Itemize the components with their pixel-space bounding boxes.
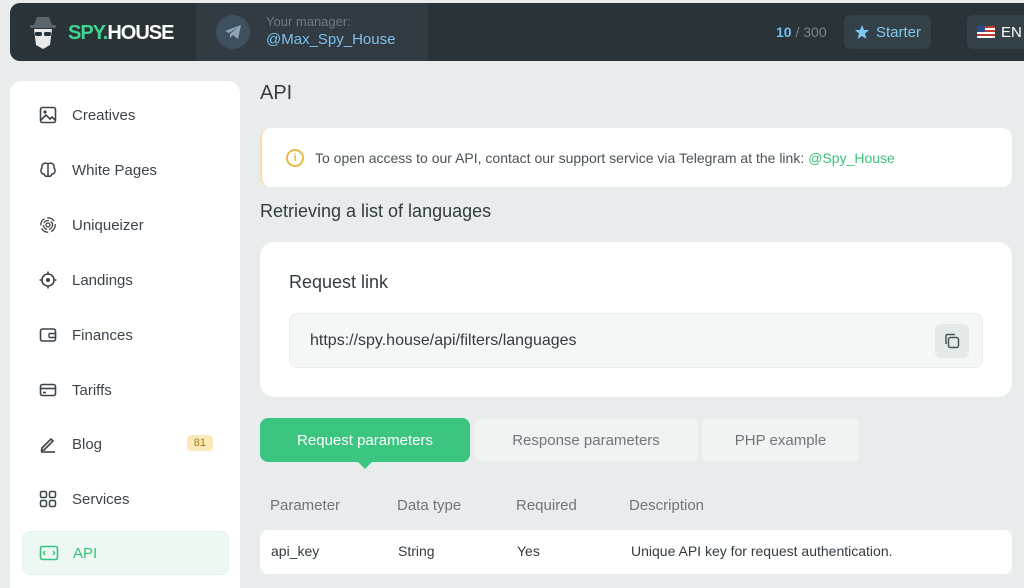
grid-icon [38, 489, 58, 509]
sidebar-item-label: Uniqueizer [72, 216, 144, 234]
column-header-description: Description [629, 497, 705, 514]
wallet-icon [38, 325, 58, 345]
sidebar-item-creatives[interactable]: Creatives [22, 93, 229, 137]
brain-icon [38, 160, 58, 180]
sidebar-item-uniqueizer[interactable]: Uniqueizer [22, 203, 229, 247]
plan-label: Starter [875, 23, 921, 41]
sidebar-item-finances[interactable]: Finances [22, 313, 229, 357]
sidebar-item-api[interactable]: API [22, 531, 229, 575]
copy-button[interactable] [935, 324, 969, 358]
sidebar-item-tariffs[interactable]: Tariffs [22, 368, 229, 412]
spy-logo-icon [28, 15, 58, 51]
cell-required: Yes [517, 543, 540, 559]
manager-name[interactable]: @Max_Spy_House [266, 30, 395, 50]
column-header-required: Required [516, 497, 577, 514]
card-icon [38, 380, 58, 400]
pen-icon [38, 434, 58, 454]
cell-parameter: api_key [271, 543, 320, 559]
info-icon: i [286, 148, 304, 167]
sidebar-item-blog[interactable]: Blog 81 [22, 422, 229, 466]
sidebar-item-label: White Pages [72, 161, 158, 179]
manager-label: Your manager: [266, 14, 351, 29]
sidebar-item-label: Landings [72, 271, 133, 289]
section-title: Retrieving a list of languages [260, 201, 492, 221]
tab-php-example[interactable]: PHP example [702, 418, 859, 462]
image-icon [38, 105, 58, 125]
language-selector[interactable]: EN [967, 15, 1024, 49]
tab-response-parameters[interactable]: Response parameters [474, 418, 698, 462]
request-link-card: Request link https://spy.house/api/filte… [260, 242, 1012, 397]
page-title: API [260, 82, 293, 104]
telegram-icon [216, 15, 250, 49]
logo-text: SPY.HOUSE [68, 21, 174, 45]
logo-spy: SPY. [68, 21, 108, 44]
sidebar-item-white-pages[interactable]: White Pages [22, 148, 229, 192]
card-title: Request link [289, 272, 389, 292]
sidebar-item-landings[interactable]: Landings [22, 258, 229, 302]
plan-button[interactable]: Starter [844, 15, 931, 49]
sidebar-item-label: Blog [72, 435, 103, 453]
target-icon [38, 270, 58, 290]
column-header-data-type: Data type [397, 497, 462, 514]
parameters-tabs: Request parameters Response parameters P… [260, 418, 859, 469]
sidebar-item-services[interactable]: Services [22, 477, 229, 521]
column-header-parameter: Parameter [270, 497, 341, 514]
request-counter: 10 / 300 [776, 24, 827, 40]
api-icon [39, 543, 59, 563]
tab-request-parameters[interactable]: Request parameters [260, 418, 470, 469]
sidebar: Creatives White Pages Uniqueizer Landing… [10, 81, 240, 588]
cell-data-type: String [398, 543, 435, 559]
request-url-field[interactable]: https://spy.house/api/filters/languages [289, 313, 983, 368]
sidebar-item-label: API [73, 544, 98, 562]
counter-current: 10 [776, 24, 792, 40]
notice-text: To open access to our API, contact our s… [315, 149, 805, 166]
manager-block[interactable]: Your manager: @Max_Spy_House [196, 3, 428, 61]
blog-count-badge: 81 [186, 435, 213, 451]
sidebar-item-label: Services [72, 490, 130, 508]
copy-icon [945, 333, 960, 349]
counter-total: 300 [803, 24, 827, 40]
language-label: EN [1001, 23, 1022, 41]
sidebar-item-label: Tariffs [72, 381, 112, 399]
sidebar-item-label: Finances [72, 326, 133, 344]
logo-house: HOUSE [107, 21, 174, 44]
counter-separator: / [791, 24, 804, 40]
cell-description: Unique API key for request authenticatio… [631, 543, 893, 559]
top-header: SPY.HOUSE Your manager: @Max_Spy_House 1… [10, 3, 1024, 61]
sidebar-item-label: Creatives [72, 106, 136, 124]
logo[interactable]: SPY.HOUSE [28, 15, 174, 51]
table-row: api_key String Yes Unique API key for re… [260, 530, 1012, 574]
support-telegram-link[interactable]: @Spy_House [808, 150, 895, 166]
request-url: https://spy.house/api/filters/languages [310, 331, 577, 349]
us-flag-icon [977, 26, 995, 38]
star-icon [854, 25, 869, 39]
fingerprint-icon [38, 215, 58, 235]
api-access-notice: i To open access to our API, contact our… [260, 128, 1012, 187]
